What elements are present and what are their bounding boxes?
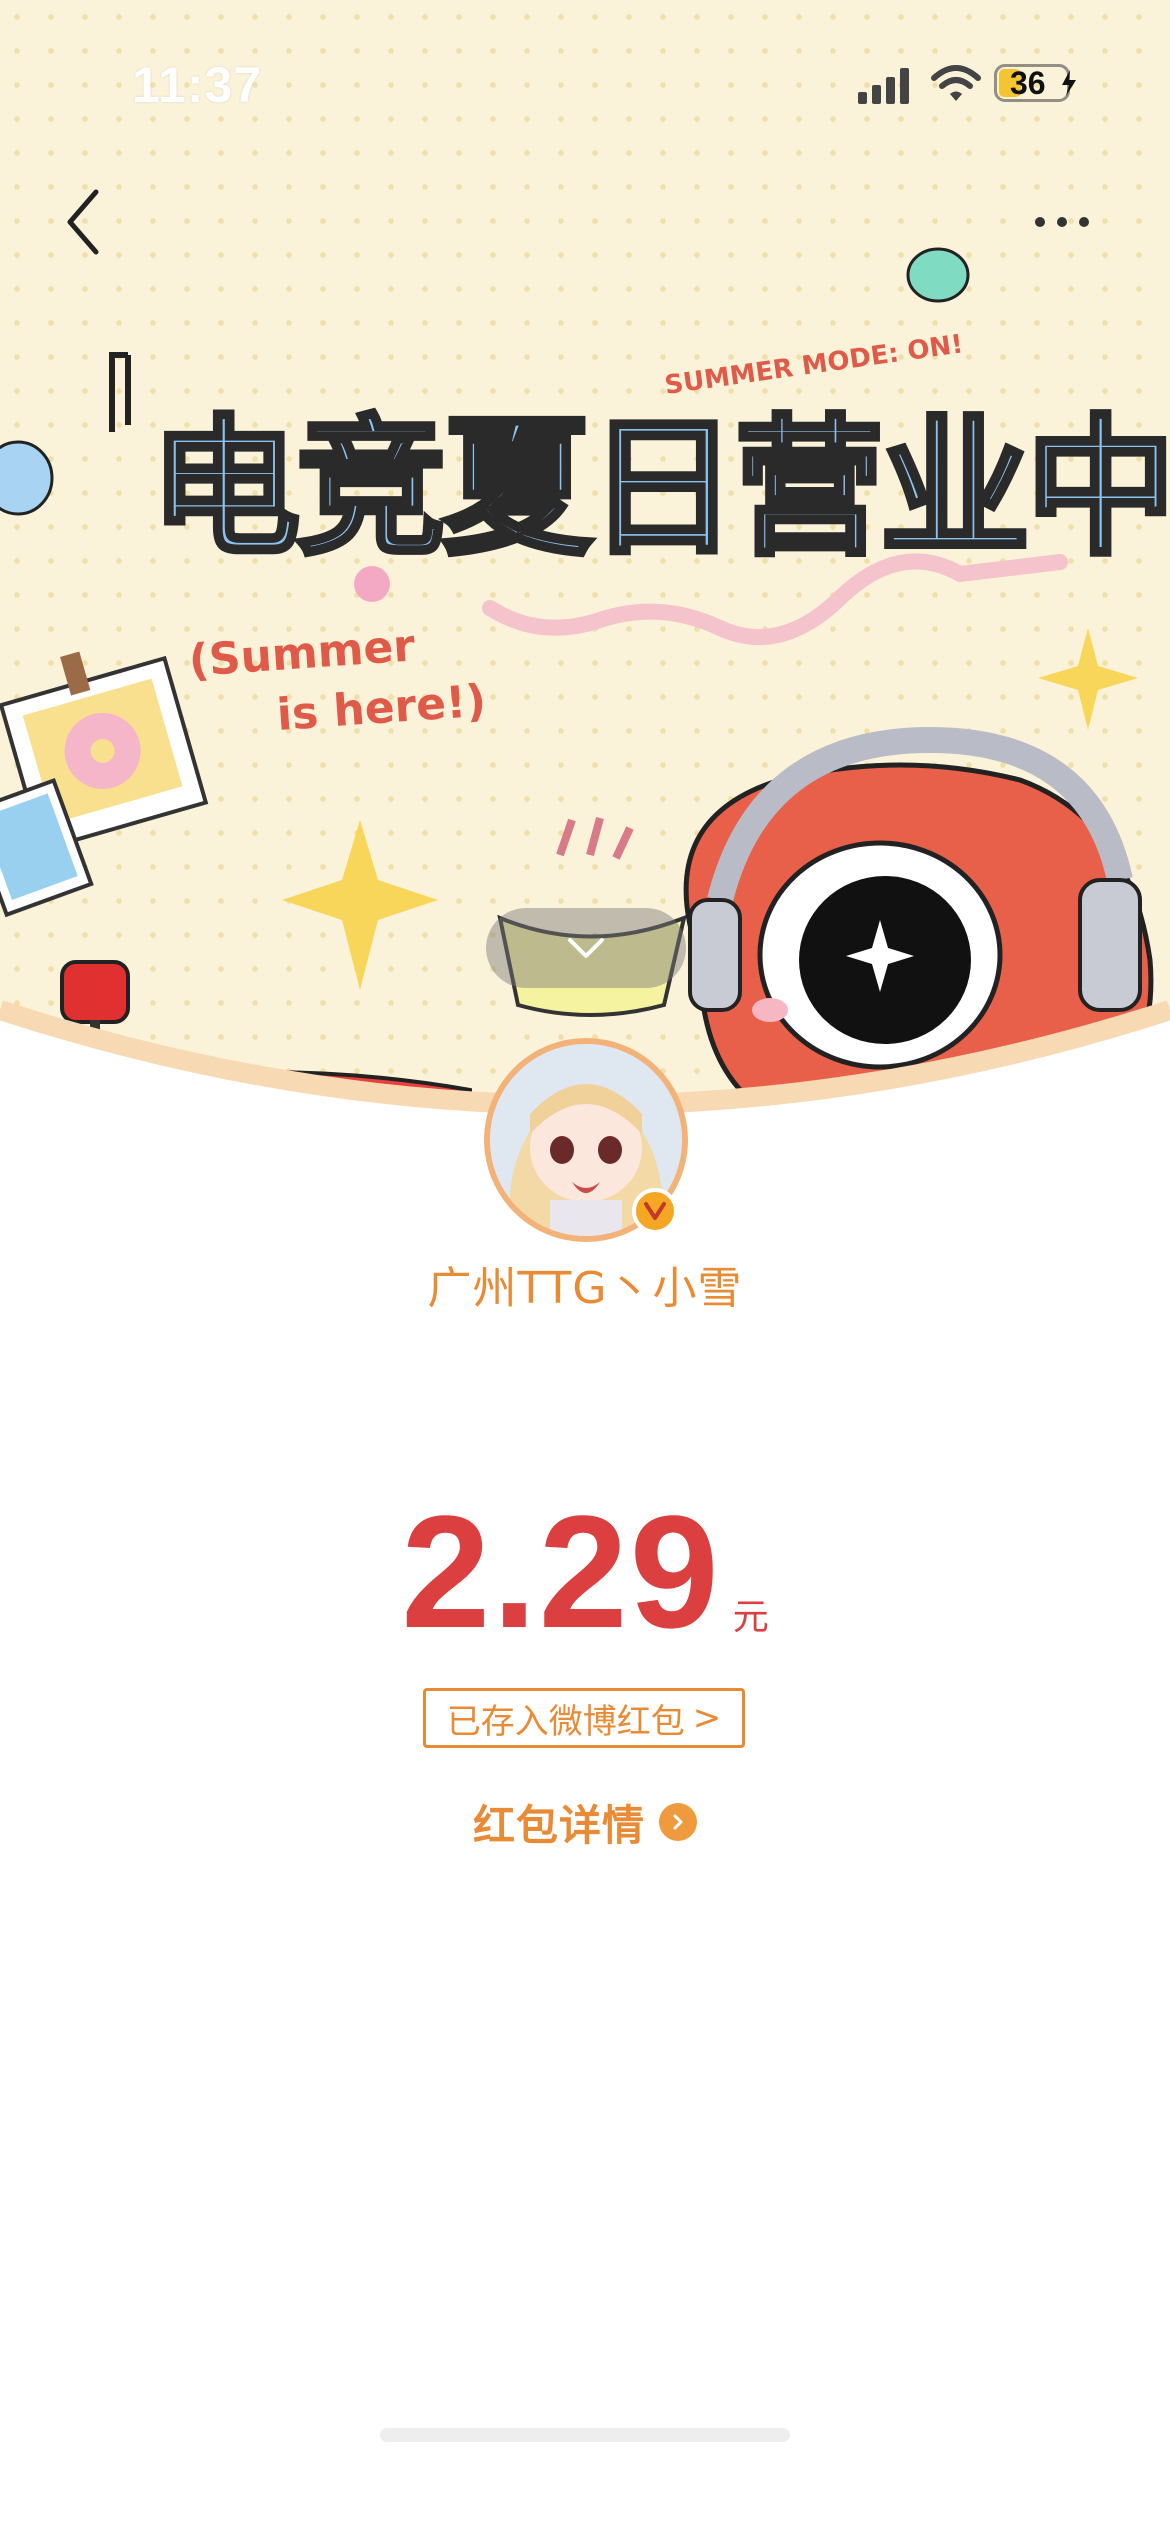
deposit-status-label: 已存入微博红包 xyxy=(446,1701,685,1742)
joystick xyxy=(60,960,130,1070)
chevron-down-icon xyxy=(568,938,604,958)
more-dots-icon xyxy=(1035,217,1089,227)
blue-blob xyxy=(0,440,54,516)
yellow-star-left xyxy=(282,820,438,990)
collapse-banner-button[interactable] xyxy=(486,908,686,988)
mint-blob xyxy=(906,247,970,303)
verified-badge xyxy=(632,1188,678,1234)
shop-sign: RIBO Shop xyxy=(118,1070,494,1150)
banner-title: 电竞夏日营业中 xyxy=(150,402,1170,576)
banner-subtitle: SUMMER MODE: ON! xyxy=(663,329,965,401)
amount-value: 2.29 xyxy=(401,1482,721,1661)
avatar-container[interactable] xyxy=(484,1038,688,1242)
amount-unit: 元 xyxy=(732,1597,769,1638)
deposit-status-button[interactable]: 已存入微博红包 > xyxy=(423,1688,745,1748)
charging-bolt-icon xyxy=(1062,70,1076,96)
more-button[interactable] xyxy=(1020,190,1110,260)
amount-row: 2.29 元 xyxy=(0,1480,1170,1664)
battery-charging-icon: 36 xyxy=(994,60,1080,106)
verified-v-icon xyxy=(644,1202,666,1220)
arrow-circle-right-icon xyxy=(659,1803,697,1841)
shop-sign-text: RIBO Shop xyxy=(150,1076,494,1144)
detail-link-label: 红包详情 xyxy=(472,1800,645,1850)
chevron-right-icon: > xyxy=(692,1698,722,1738)
cellular-signal-icon xyxy=(858,68,909,104)
red-packet-detail-link[interactable]: 红包详情 xyxy=(0,1790,1170,1854)
chevron-left-icon xyxy=(67,189,99,255)
status-time: 11:37 xyxy=(132,57,263,113)
title-bracket xyxy=(109,352,131,432)
back-button[interactable] xyxy=(36,170,126,260)
wifi-icon xyxy=(931,65,981,101)
tagline-line-1: (Summer xyxy=(187,620,417,687)
tagline-line-2: is here!) xyxy=(275,675,488,740)
home-indicator xyxy=(380,2428,790,2442)
yellow-star-right xyxy=(1038,628,1138,730)
status-bar: 11:37 36 xyxy=(0,40,1170,130)
username[interactable]: 广州TTG丶小雪 xyxy=(0,1252,1170,1316)
red-mascot xyxy=(683,726,1154,1143)
